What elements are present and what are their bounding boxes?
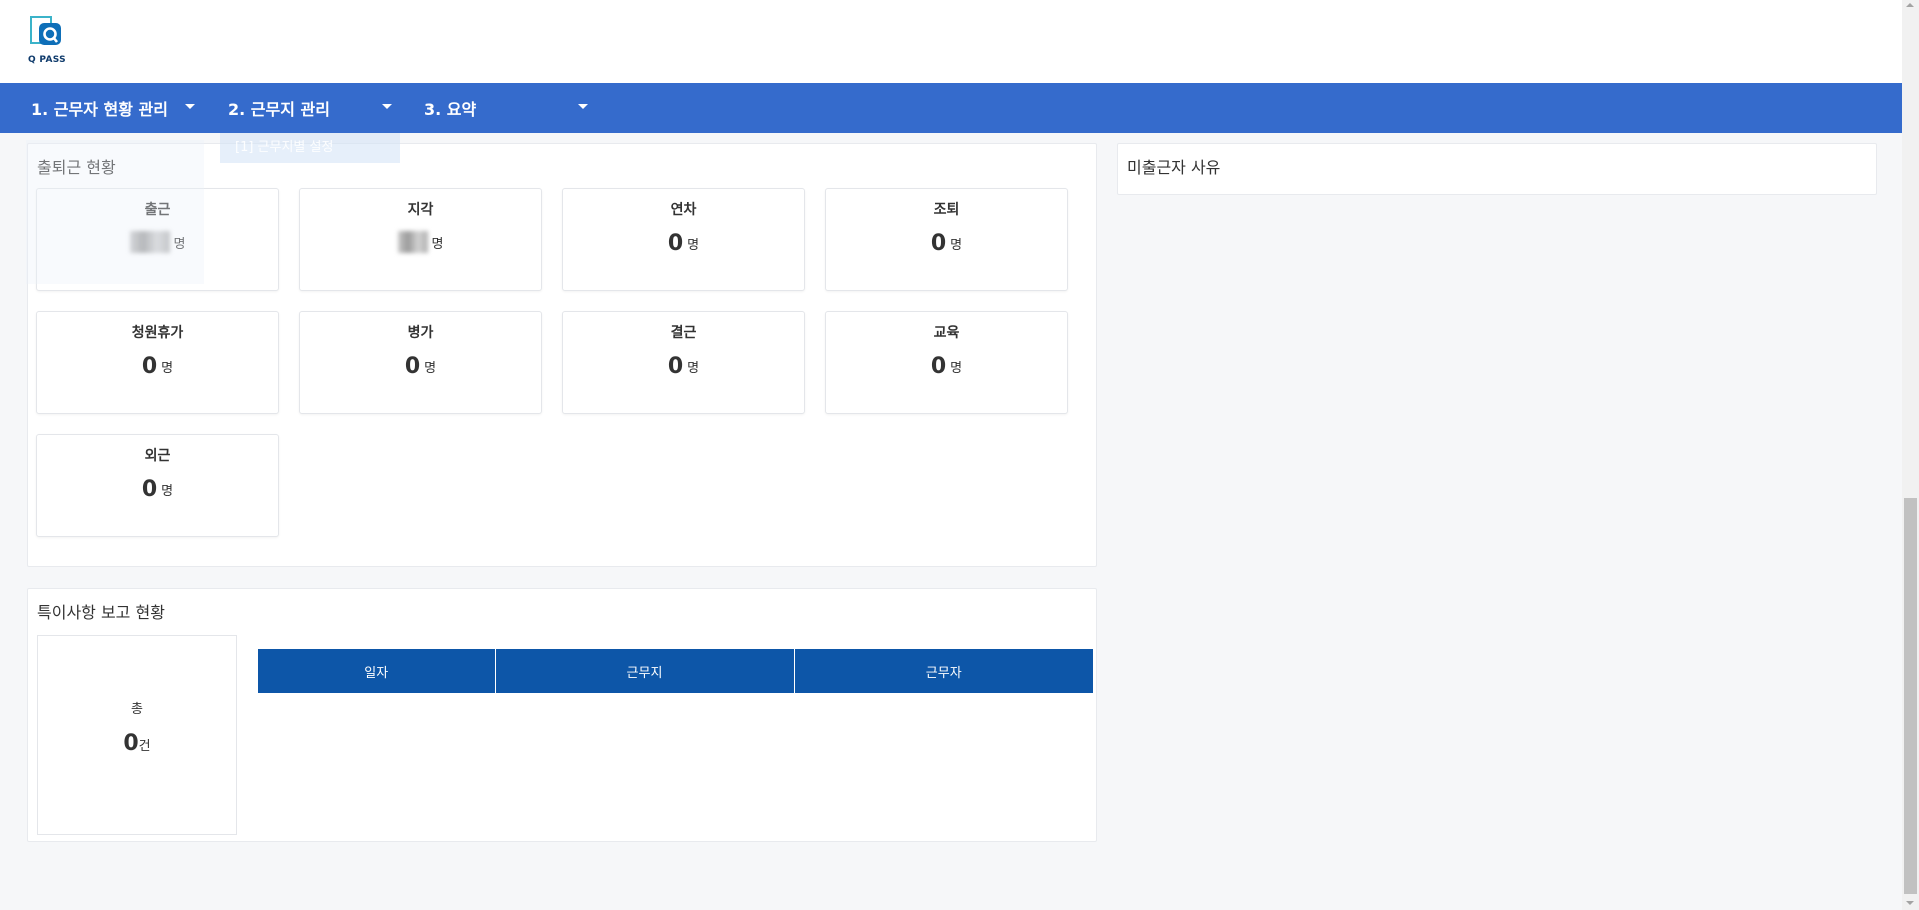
stat-label: 조퇴 (933, 202, 960, 218)
top-header: Q PASS (0, 0, 1902, 83)
table-header-row: 일자 근무지 근무자 (258, 649, 1093, 693)
report-title: 특이사항 보고 현황 (37, 603, 165, 622)
stat-unit: 명 (950, 361, 963, 376)
stat-label: 병가 (407, 325, 434, 341)
column-header-worker[interactable]: 근무자 (794, 649, 1093, 693)
stat-number: 0 (141, 354, 158, 379)
stat-value: 0명 (826, 354, 1067, 379)
q-logo-icon (30, 16, 61, 45)
nav-worksite-management[interactable]: 2. 근무지 관리 (228, 83, 392, 133)
stat-value: 0명 (563, 354, 804, 379)
stat-label: 지각 (407, 202, 434, 218)
stat-card-annual-leave: 연차 0명 (562, 188, 805, 291)
total-number: 0 (123, 731, 139, 756)
stat-number: 0 (930, 354, 947, 379)
nav-summary[interactable]: 3. 요약 (424, 83, 588, 133)
scroll-down-arrow-icon[interactable] (1906, 901, 1914, 905)
stat-number: 0 (930, 231, 947, 256)
stat-card-petition-leave: 청원휴가 0명 (36, 311, 279, 414)
stat-card-early-leave: 조퇴 0명 (825, 188, 1068, 291)
chevron-down-icon (578, 104, 588, 109)
stat-number: 0 (404, 354, 421, 379)
redacted-value (397, 231, 428, 253)
stat-unit: 명 (687, 361, 700, 376)
stat-value: 0명 (563, 231, 804, 256)
nav-worksite-management-label: 2. 근무지 관리 (228, 100, 330, 119)
nav-summary-label: 3. 요약 (424, 100, 477, 119)
column-header-date[interactable]: 일자 (258, 649, 496, 693)
stat-value: 명 (300, 231, 541, 253)
nav-worker-status[interactable]: 1. 근무자 현황 관리 (31, 83, 195, 133)
main-navbar: 1. 근무자 현황 관리 2. 근무지 관리 3. 요약 (0, 83, 1902, 133)
report-panel: 특이사항 보고 현황 총 0건 일자 근무지 근무자 (27, 588, 1097, 842)
stat-number: 0 (667, 231, 684, 256)
stat-card-absent: 결근 0명 (562, 311, 805, 414)
total-value: 0건 (38, 731, 236, 756)
dropdown-menu-item[interactable]: [1] 근무지별 설정 (220, 133, 400, 163)
stat-card-field-work: 외근 0명 (36, 434, 279, 537)
absence-reason-panel: 미출근자 사유 (1117, 143, 1877, 195)
nav-worker-status-label: 1. 근무자 현황 관리 (31, 100, 168, 119)
scrollbar-thumb[interactable] (1904, 498, 1917, 894)
stat-card-sick-leave: 병가 0명 (299, 311, 542, 414)
stat-label: 결근 (670, 325, 697, 341)
stat-value: 0명 (37, 354, 278, 379)
stat-label: 청원휴가 (131, 325, 184, 341)
stat-unit: 명 (161, 361, 174, 376)
stat-unit: 명 (161, 484, 174, 499)
stat-unit: 명 (424, 361, 437, 376)
stat-label: 연차 (670, 202, 697, 218)
stat-unit: 명 (950, 238, 963, 253)
stat-label: 외근 (144, 448, 171, 464)
logo-text: Q PASS (28, 55, 66, 65)
stat-value: 0명 (37, 477, 278, 502)
report-table: 일자 근무지 근무자 (258, 649, 1093, 693)
stat-label: 교육 (933, 325, 960, 341)
total-unit: 건 (138, 739, 151, 754)
stat-number: 0 (141, 477, 158, 502)
scroll-up-arrow-icon[interactable] (1906, 3, 1914, 7)
stat-card-education: 교육 0명 (825, 311, 1068, 414)
column-header-worksite[interactable]: 근무지 (495, 649, 795, 693)
stat-unit: 명 (431, 236, 444, 252)
stat-value: 0명 (300, 354, 541, 379)
stat-value: 0명 (826, 231, 1067, 256)
qpass-logo[interactable]: Q PASS (28, 16, 72, 68)
stat-unit: 명 (687, 238, 700, 253)
stat-card-late: 지각 명 (299, 188, 542, 291)
absence-reason-title: 미출근자 사유 (1127, 158, 1221, 177)
chevron-down-icon (382, 104, 392, 109)
vertical-scrollbar[interactable] (1902, 0, 1919, 910)
chevron-down-icon (185, 104, 195, 109)
total-label: 총 (131, 702, 143, 717)
dropdown-menu-ghost (26, 140, 204, 284)
stat-number: 0 (667, 354, 684, 379)
report-total-box: 총 0건 (37, 635, 237, 835)
